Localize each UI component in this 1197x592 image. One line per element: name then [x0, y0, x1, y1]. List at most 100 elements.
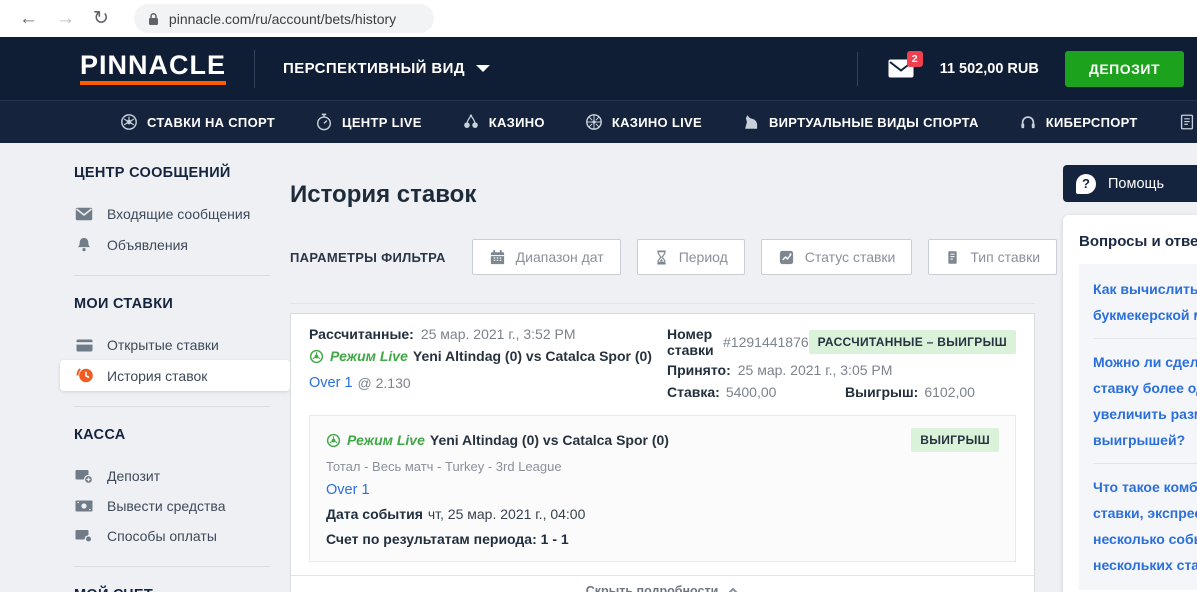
sidebar-item-announcements[interactable]: Объявления — [60, 229, 290, 260]
selection-link[interactable]: Over 1 — [309, 375, 353, 391]
nav-item-virtual-sports[interactable]: ВИРТУАЛЬНЫЕ ВИДЫ СПОРТА — [742, 113, 979, 131]
sidebar-item-bet-history[interactable]: История ставок — [60, 360, 290, 391]
result-badge: ВЫИГРЫШ — [911, 428, 999, 452]
account-balance: 11 502,00 RUB — [940, 61, 1039, 77]
event-name: Yeni Altindag (0) vs Catalca Spor (0) — [413, 348, 652, 364]
question-icon: ? — [1076, 174, 1096, 194]
headset-icon — [1019, 113, 1037, 131]
help-button[interactable]: ? Помощь — [1063, 165, 1197, 202]
nav-item-sports[interactable]: СТАВКИ НА СПОРТ — [120, 113, 275, 131]
period-score: Счет по результатам периода: 1 - 1 — [326, 531, 999, 547]
faq-question-line: нескольких ставок? — [1093, 552, 1197, 578]
sidebar-item-label: Вывести средства — [107, 498, 226, 514]
sidebar-item-label: Входящие сообщения — [107, 206, 250, 222]
bet-status-filter-button[interactable]: Статус ставки — [761, 239, 913, 275]
browser-back-button[interactable]: ← — [19, 9, 38, 28]
section-divider — [290, 303, 1035, 304]
nav-label: СТАВКИ НА СПОРТ — [147, 115, 275, 130]
sidebar-item-payment-methods[interactable]: Способы оплаты — [60, 521, 290, 551]
stake-label: Ставка: — [667, 384, 720, 400]
bet-type-icon — [945, 249, 960, 266]
payment-methods-icon — [74, 528, 94, 544]
header-right: 2 11 502,00 RUB ДЕПОЗИТ — [857, 51, 1184, 87]
date-range-filter-button[interactable]: Диапазон дат — [472, 239, 621, 275]
faq-list: Как вычислить размер букмекерской маржи?… — [1079, 264, 1197, 590]
bet-type-filter-button[interactable]: Тип ставки — [928, 239, 1057, 275]
settled-label: Рассчитанные: — [309, 326, 414, 342]
browser-refresh-button[interactable]: ↻ — [93, 9, 109, 28]
event-date-value: чт, 25 мар. 2021 г., 04:00 — [428, 506, 586, 522]
bell-icon — [74, 236, 94, 253]
faq-question-parlays[interactable]: Что такое комбинированные ставки, экспре… — [1093, 464, 1197, 588]
envelope-icon — [74, 207, 94, 221]
period-filter-button[interactable]: Период — [637, 239, 745, 275]
header-divider — [254, 50, 255, 88]
nav-item-casino-live[interactable]: КАЗИНО LIVE — [585, 113, 702, 131]
sidebar-divider — [74, 275, 270, 276]
selection-link[interactable]: Over 1 — [326, 482, 370, 498]
card-icon — [74, 339, 94, 352]
nav-label: КИБЕРСПОРТ — [1046, 115, 1138, 130]
chevron-up-icon — [727, 588, 739, 592]
accepted-label: Принято: — [667, 362, 731, 378]
nav-item-live-centre[interactable]: ЦЕНТР LIVE — [315, 113, 422, 131]
stake-value: 5400,00 — [726, 384, 777, 400]
sidebar-item-open-bets[interactable]: Открытые ставки — [60, 330, 290, 360]
faq-question-line: ставку более одного раза, чтобы — [1093, 375, 1197, 401]
filter-parameters-label: ПАРАМЕТРЫ ФИЛЬТРА — [290, 250, 446, 265]
event-date-label: Дата события — [326, 506, 423, 522]
sidebar-item-label: Открытые ставки — [107, 337, 219, 353]
win-value: 6102,00 — [924, 384, 975, 400]
lock-icon — [148, 12, 159, 26]
content: ЦЕНТР СООБЩЕНИЙ Входящие сообщения Объяв… — [0, 143, 1197, 592]
settled-date: 25 мар. 2021 г., 3:52 PM — [421, 326, 576, 342]
filter-button-label: Статус ставки — [805, 249, 896, 265]
deposit-button[interactable]: ДЕПОЗИТ — [1065, 51, 1184, 87]
sidebar-section-my-bets: МОИ СТАВКИ — [60, 296, 290, 312]
market-path: Тотал - Весь матч - Turkey - 3rd League — [326, 459, 999, 474]
nav-label: КАЗИНО — [489, 115, 545, 130]
sidebar-divider — [74, 406, 270, 407]
event-name: Yeni Altindag (0) vs Catalca Spor (0) — [430, 432, 669, 448]
collapse-details-label: Скрыть подробности — [586, 584, 719, 592]
nav-item-esports[interactable]: КИБЕРСПОРТ — [1019, 113, 1138, 131]
filter-button-label: Период — [679, 249, 728, 265]
pinnacle-logo[interactable]: PINNACLE — [80, 52, 226, 85]
faq-title: Вопросы и ответы — [1079, 233, 1197, 250]
faq-question-line: увеличить размер своих — [1093, 401, 1197, 427]
sidebar-section-message-centre: ЦЕНТР СООБЩЕНИЙ — [60, 165, 290, 181]
withdraw-icon — [74, 500, 94, 512]
nav-item-casino[interactable]: КАЗИНО — [462, 113, 545, 131]
address-bar[interactable]: pinnacle.com/ru/account/bets/history — [134, 4, 434, 33]
faq-question-line: несколько событий и система из — [1093, 526, 1197, 552]
live-mode-label: Режим Live — [330, 348, 408, 364]
filter-row: ПАРАМЕТРЫ ФИЛЬТРА Диапазон дат Период — [290, 239, 1035, 275]
sidebar-item-inbox[interactable]: Входящие сообщения — [60, 199, 290, 229]
faq-question-multiple-bets[interactable]: Можно ли сделать одну ставку более одног… — [1093, 339, 1197, 464]
sidebar-item-label: Депозит — [107, 468, 160, 484]
bet-detail: Режим Live Yeni Altindag (0) vs Catalca … — [309, 415, 1016, 562]
view-mode-dropdown[interactable]: ПЕРСПЕКТИВНЫЙ ВИД — [283, 60, 490, 77]
page-title: История ставок — [290, 181, 1035, 209]
faq-panel: Вопросы и ответы Как вычислить размер бу… — [1063, 215, 1197, 592]
calendar-icon — [489, 249, 506, 266]
nav-label: КАЗИНО LIVE — [612, 115, 702, 130]
accepted-date: 25 мар. 2021 г., 3:05 PM — [738, 362, 893, 378]
main: История ставок ПАРАМЕТРЫ ФИЛЬТРА Диапазо… — [290, 143, 1035, 592]
nav-item-blog[interactable]: АНАЛИТИЧЕСКИЙ БЛОГ — [1178, 113, 1197, 131]
faq-question-line: Как вычислить размер — [1093, 276, 1197, 302]
bet-summary-left: Рассчитанные: 25 мар. 2021 г., 3:52 PM Р… — [309, 326, 667, 400]
sidebar-item-deposit[interactable]: Депозит — [60, 461, 290, 491]
roulette-icon — [585, 113, 603, 131]
faq-question-line: Что такое комбинированные — [1093, 474, 1197, 500]
browser-bar: ← → ↻ pinnacle.com/ru/account/bets/histo… — [0, 0, 1197, 37]
browser-forward-button[interactable]: → — [56, 9, 75, 28]
collapse-details-button[interactable]: Скрыть подробности — [291, 575, 1034, 592]
sidebar-item-withdraw[interactable]: Вывести средства — [60, 491, 290, 521]
help-button-label: Помощь — [1108, 176, 1164, 192]
faq-question-margin[interactable]: Как вычислить размер букмекерской маржи? — [1093, 266, 1197, 339]
sidebar-section-cashier: КАССА — [60, 427, 290, 443]
messages-notification-button[interactable]: 2 — [888, 59, 914, 78]
bet-summary-right: Номер ставки #1291441876 РАССЧИТАННЫЕ – … — [667, 326, 1016, 400]
header-divider — [857, 52, 858, 86]
